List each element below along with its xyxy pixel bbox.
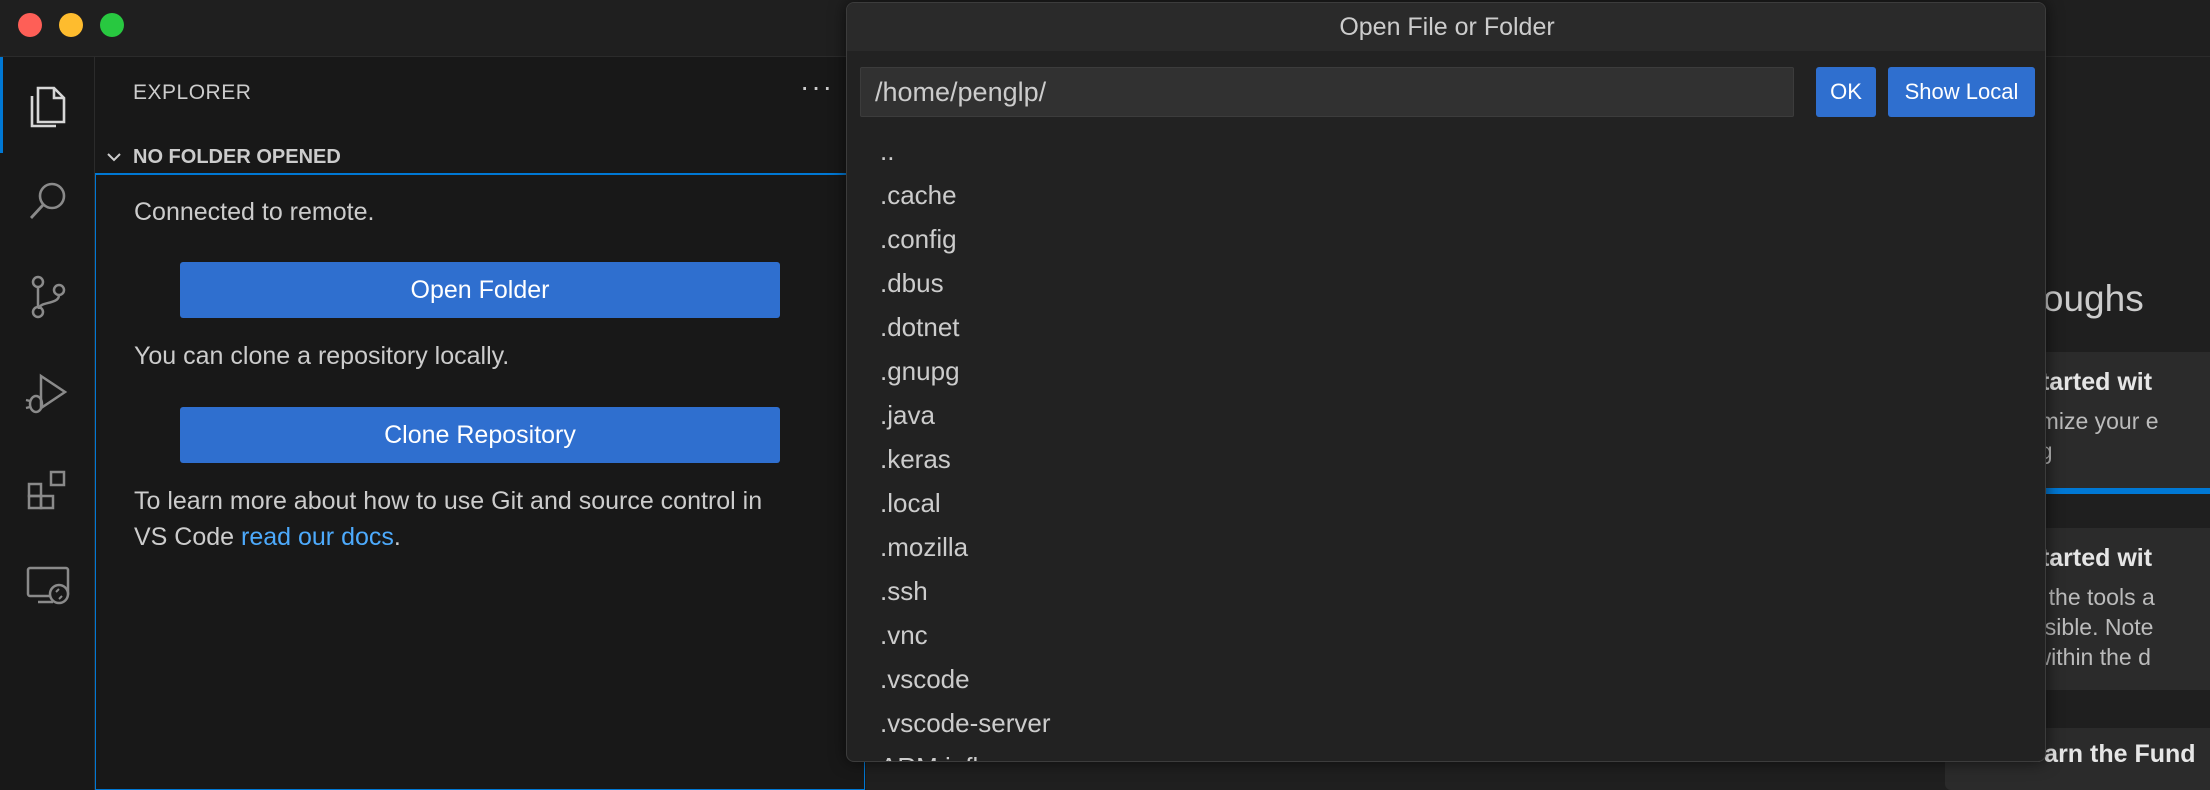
chevron-down-icon	[95, 148, 133, 166]
folder-list-item[interactable]: .dbus	[847, 261, 2045, 305]
folder-list-item[interactable]: .dotnet	[847, 305, 2045, 349]
activity-source-control[interactable]	[0, 249, 95, 345]
folder-list: .. .cache .config .dbus .dotnet .gnupg .…	[847, 129, 2045, 762]
section-title: NO FOLDER OPENED	[133, 145, 341, 168]
folder-list-item[interactable]: .local	[847, 481, 2045, 525]
folder-list-item[interactable]: .cache	[847, 173, 2045, 217]
learn-text-end: .	[393, 523, 401, 551]
clone-repository-button[interactable]: Clone Repository	[180, 407, 780, 463]
folder-list-item[interactable]: ..	[847, 129, 2045, 173]
remote-explorer-icon	[26, 566, 69, 605]
explorer-sidebar: EXPLORER ··· NO FOLDER OPENED Connected …	[95, 57, 865, 790]
show-local-button[interactable]: Show Local	[1888, 67, 2035, 117]
folder-list-item[interactable]: .config	[847, 217, 2045, 261]
ok-button[interactable]: OK	[1816, 67, 1876, 117]
window-close-button[interactable]	[18, 13, 42, 37]
learn-text-line1: To learn more about how to use Git and s…	[134, 487, 763, 515]
folder-list-item[interactable]: .vnc	[847, 613, 2045, 657]
extensions-icon	[27, 470, 65, 510]
dialog-title: Open File or Folder	[847, 3, 2045, 51]
learn-text-line2: VS Code	[134, 523, 242, 551]
folder-list-item[interactable]: .gnupg	[847, 349, 2045, 393]
no-folder-view: Connected to remote. Open Folder You can…	[95, 173, 865, 790]
window-minimize-button[interactable]	[59, 13, 83, 37]
activity-run-debug[interactable]	[0, 345, 95, 441]
folder-list-item[interactable]: .ssh	[847, 569, 2045, 613]
learn-more-text: To learn more about how to use Git and s…	[134, 483, 762, 555]
files-icon	[30, 86, 66, 128]
folder-list-item[interactable]: .mozilla	[847, 525, 2045, 569]
run-debug-icon	[25, 373, 67, 414]
open-folder-button[interactable]: Open Folder	[180, 262, 780, 318]
clone-text: You can clone a repository locally.	[134, 342, 510, 370]
sidebar-title: EXPLORER	[133, 81, 252, 104]
activity-explorer[interactable]	[0, 57, 95, 153]
more-actions-icon[interactable]: ···	[800, 71, 834, 103]
activity-extensions[interactable]	[0, 441, 95, 537]
activity-remote-explorer[interactable]	[0, 537, 95, 633]
window-maximize-button[interactable]	[100, 13, 124, 37]
folder-list-item[interactable]: .java	[847, 393, 2045, 437]
folder-list-item[interactable]: .vscode-server	[847, 701, 2045, 745]
open-file-or-folder-dialog: Open File or Folder /home/penglp/ OK Sho…	[846, 2, 2046, 762]
folder-list-item[interactable]: .keras	[847, 437, 2045, 481]
connected-text: Connected to remote.	[134, 198, 375, 226]
folder-list-item[interactable]: .vscode	[847, 657, 2045, 701]
search-icon	[29, 182, 65, 219]
path-input[interactable]: /home/penglp/	[860, 67, 1794, 117]
activity-bar	[0, 57, 95, 790]
activity-search[interactable]	[0, 153, 95, 249]
folder-list-item[interactable]: ARM influenza	[847, 745, 2045, 762]
source-control-icon	[31, 275, 65, 319]
no-folder-section-header[interactable]: NO FOLDER OPENED	[95, 137, 865, 177]
read-docs-link[interactable]: read our docs	[241, 523, 394, 551]
